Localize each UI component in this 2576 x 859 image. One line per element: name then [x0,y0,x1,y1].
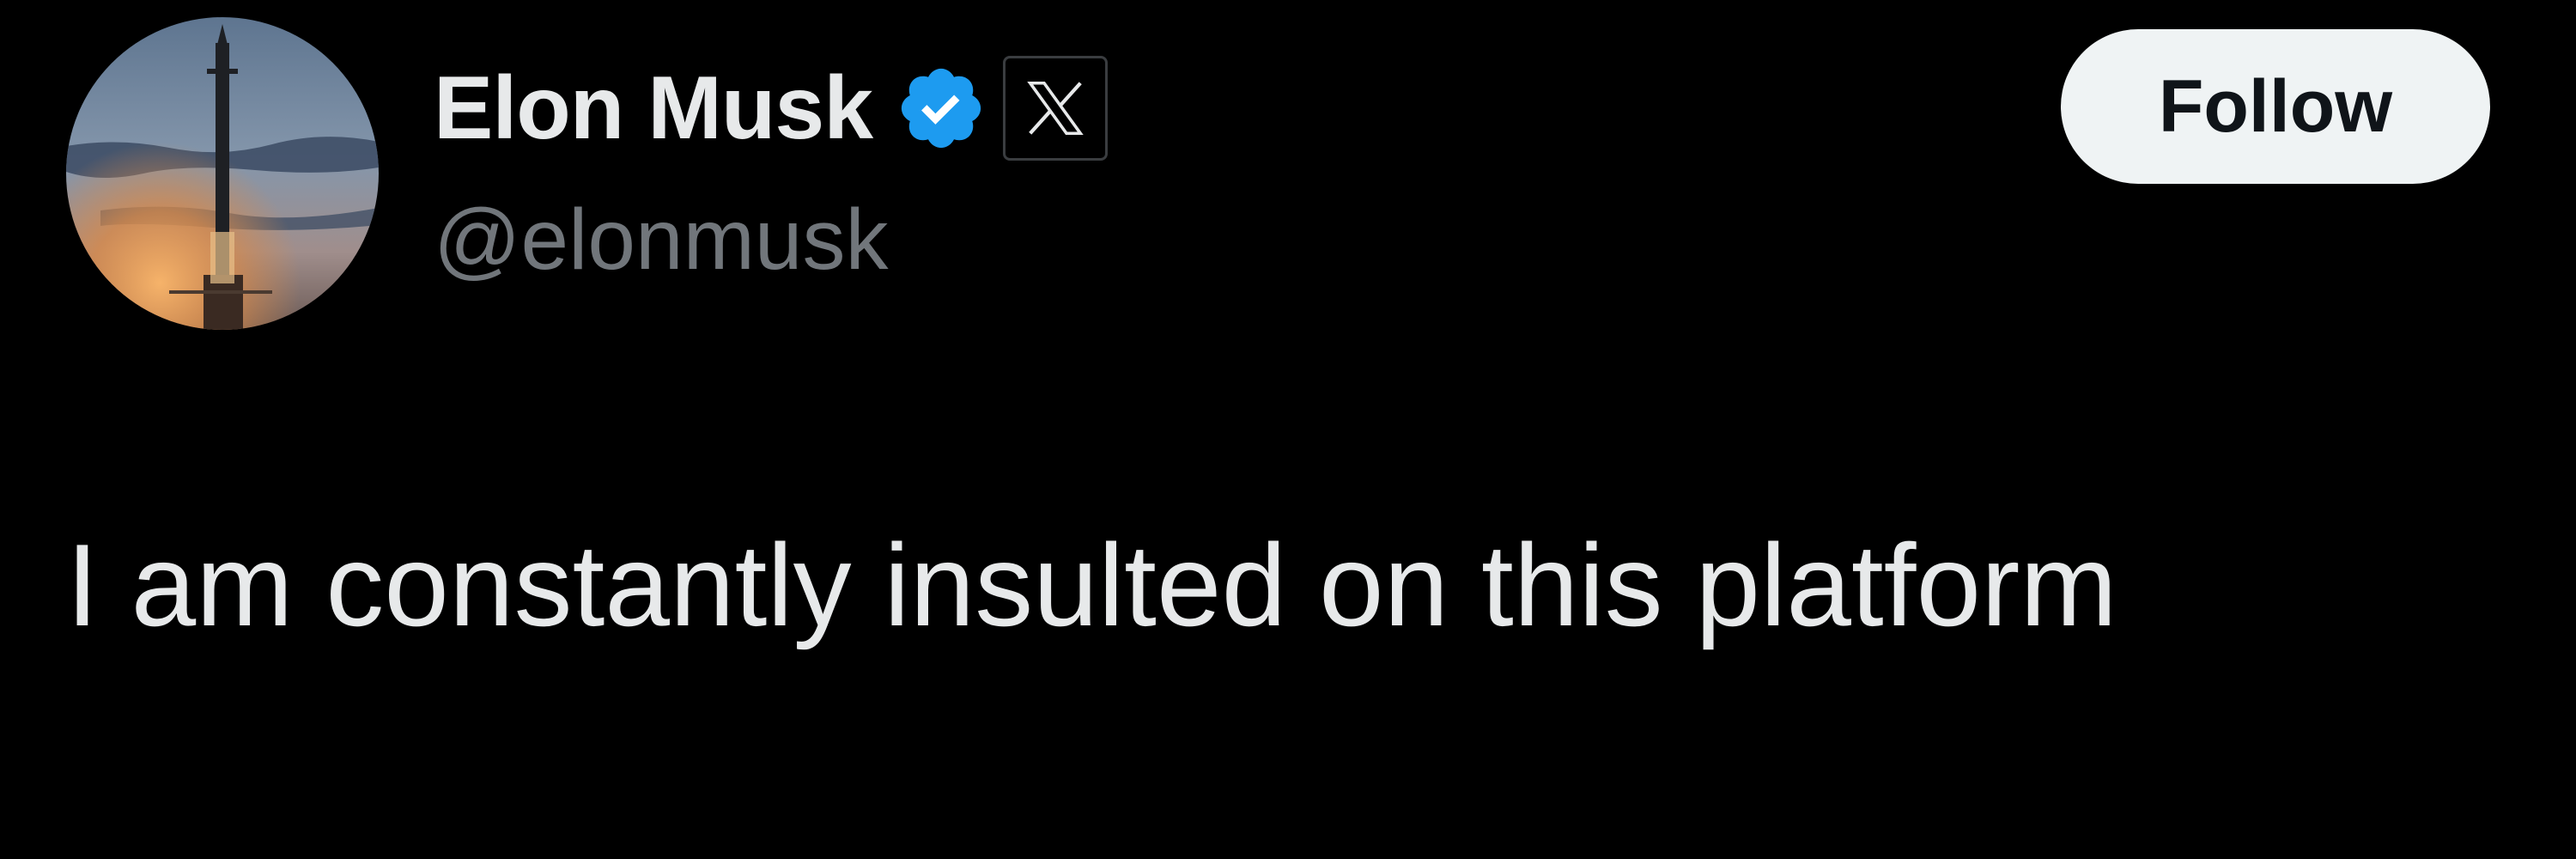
x-logo-icon[interactable] [1003,56,1109,161]
follow-button[interactable]: Follow [2061,29,2490,184]
starship-launch-avatar-image [66,17,379,330]
author-avatar[interactable] [66,17,379,330]
author-display-name[interactable]: Elon Musk [434,64,873,153]
author-handle[interactable]: @elonmusk [434,191,889,289]
tweet-card: Elon Musk @elonmusk Follow I am constant… [0,0,2576,859]
verified-badge-icon[interactable] [895,62,987,155]
tweet-text: I am constantly insulted on this platfor… [66,520,2117,650]
author-name-row: Elon Musk [434,48,1109,168]
